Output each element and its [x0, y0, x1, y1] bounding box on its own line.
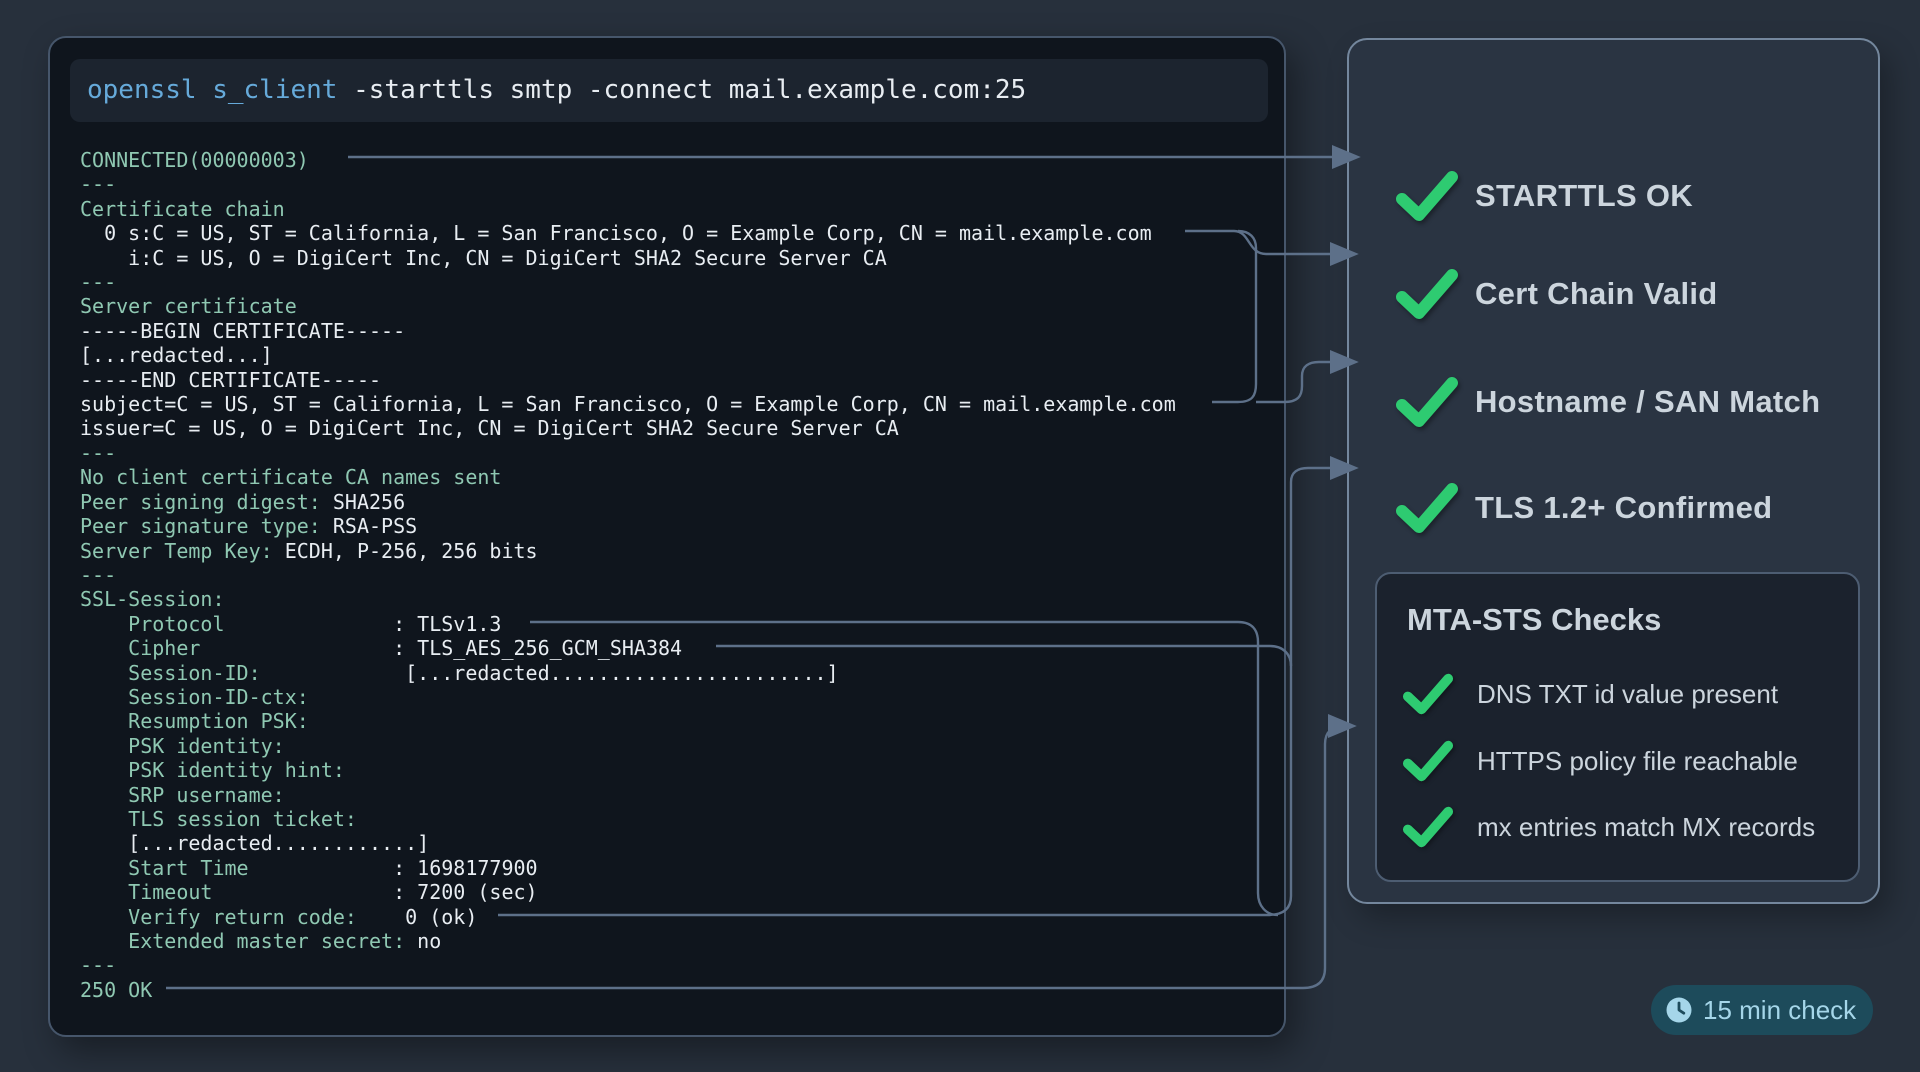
- terminal-line: Server certificate: [80, 294, 1176, 318]
- terminal-line: -----END CERTIFICATE-----: [80, 368, 1176, 392]
- mta-check-label: DNS TXT id value present: [1477, 679, 1778, 710]
- check-row-cert-chain: Cert Chain Valid: [1395, 268, 1718, 320]
- results-panel: STARTTLS OK Cert Chain Valid Hostname / …: [1347, 38, 1880, 904]
- terminal-line: CONNECTED(00000003): [80, 148, 1176, 172]
- check-icon: [1395, 482, 1459, 534]
- clock-icon: [1665, 996, 1693, 1024]
- check-label: Cert Chain Valid: [1475, 276, 1718, 312]
- mta-sts-panel: MTA-STS Checks DNS TXT id value present …: [1375, 572, 1860, 882]
- terminal-line: Timeout : 7200 (sec): [80, 880, 1176, 904]
- terminal-line: PSK identity:: [80, 734, 1176, 758]
- terminal-line: subject=C = US, ST = California, L = San…: [80, 392, 1176, 416]
- terminal-line: i:C = US, O = DigiCert Inc, CN = DigiCer…: [80, 246, 1176, 270]
- terminal-line: Session-ID-ctx:: [80, 685, 1176, 709]
- interval-badge: 15 min check: [1651, 985, 1873, 1035]
- command-text: openssl s_client -starttls smtp -connect…: [70, 59, 1026, 122]
- terminal-line: Verify return code: 0 (ok): [80, 905, 1176, 929]
- mta-row-mx-entries: mx entries match MX records: [1402, 806, 1815, 848]
- terminal-line: Start Time : 1698177900: [80, 856, 1176, 880]
- check-label: TLS 1.2+ Confirmed: [1475, 490, 1772, 526]
- terminal-line: Peer signing digest: SHA256: [80, 490, 1176, 514]
- terminal-line: Peer signature type: RSA-PSS: [80, 514, 1176, 538]
- mta-row-https-policy: HTTPS policy file reachable: [1402, 740, 1798, 782]
- check-icon: [1402, 806, 1454, 848]
- check-icon: [1395, 170, 1459, 222]
- check-icon: [1395, 268, 1459, 320]
- command-args: -starttls smtp -connect mail.example.com…: [337, 75, 1026, 105]
- mta-sts-title: MTA-STS Checks: [1407, 602, 1661, 638]
- check-row-tls-version: TLS 1.2+ Confirmed: [1395, 482, 1772, 534]
- terminal-line: ---: [80, 172, 1176, 196]
- check-icon: [1402, 673, 1454, 715]
- terminal-line: Resumption PSK:: [80, 709, 1176, 733]
- check-label: Hostname / SAN Match: [1475, 384, 1820, 420]
- terminal-line: Server Temp Key: ECDH, P-256, 256 bits: [80, 539, 1176, 563]
- terminal-line: ---: [80, 953, 1176, 977]
- terminal-line: No client certificate CA names sent: [80, 465, 1176, 489]
- terminal-line: 0 s:C = US, ST = California, L = San Fra…: [80, 221, 1176, 245]
- terminal-line: [...redacted............]: [80, 831, 1176, 855]
- terminal-line: ---: [80, 270, 1176, 294]
- check-icon: [1395, 376, 1459, 428]
- terminal-line: Certificate chain: [80, 197, 1176, 221]
- terminal-line: Cipher : TLS_AES_256_GCM_SHA384: [80, 636, 1176, 660]
- terminal-line: Protocol : TLSv1.3: [80, 612, 1176, 636]
- terminal-line: [...redacted...]: [80, 343, 1176, 367]
- terminal-line: 250 OK: [80, 978, 1176, 1002]
- check-row-hostname-san: Hostname / SAN Match: [1395, 376, 1820, 428]
- terminal-line: ---: [80, 563, 1176, 587]
- terminal-window: openssl s_client -starttls smtp -connect…: [48, 36, 1286, 1037]
- terminal-line: TLS session ticket:: [80, 807, 1176, 831]
- check-label: STARTTLS OK: [1475, 178, 1693, 214]
- terminal-line: Extended master secret: no: [80, 929, 1176, 953]
- diagram-canvas: openssl s_client -starttls smtp -connect…: [0, 0, 1920, 1072]
- terminal-line: Session-ID: [...redacted................…: [80, 661, 1176, 685]
- terminal-line: SRP username:: [80, 783, 1176, 807]
- terminal-line: PSK identity hint:: [80, 758, 1176, 782]
- mta-row-dns-txt: DNS TXT id value present: [1402, 673, 1778, 715]
- terminal-line: SSL-Session:: [80, 587, 1176, 611]
- interval-badge-label: 15 min check: [1703, 995, 1856, 1026]
- terminal-line: -----BEGIN CERTIFICATE-----: [80, 319, 1176, 343]
- terminal-output: CONNECTED(00000003)---Certificate chain …: [80, 148, 1176, 1002]
- check-row-starttls: STARTTLS OK: [1395, 170, 1693, 222]
- terminal-line: ---: [80, 441, 1176, 465]
- mta-check-label: HTTPS policy file reachable: [1477, 746, 1798, 777]
- check-icon: [1402, 740, 1454, 782]
- mta-check-label: mx entries match MX records: [1477, 812, 1815, 843]
- command-binary: openssl s_client: [87, 75, 337, 105]
- terminal-line: issuer=C = US, O = DigiCert Inc, CN = Di…: [80, 416, 1176, 440]
- command-bar: openssl s_client -starttls smtp -connect…: [70, 59, 1268, 122]
